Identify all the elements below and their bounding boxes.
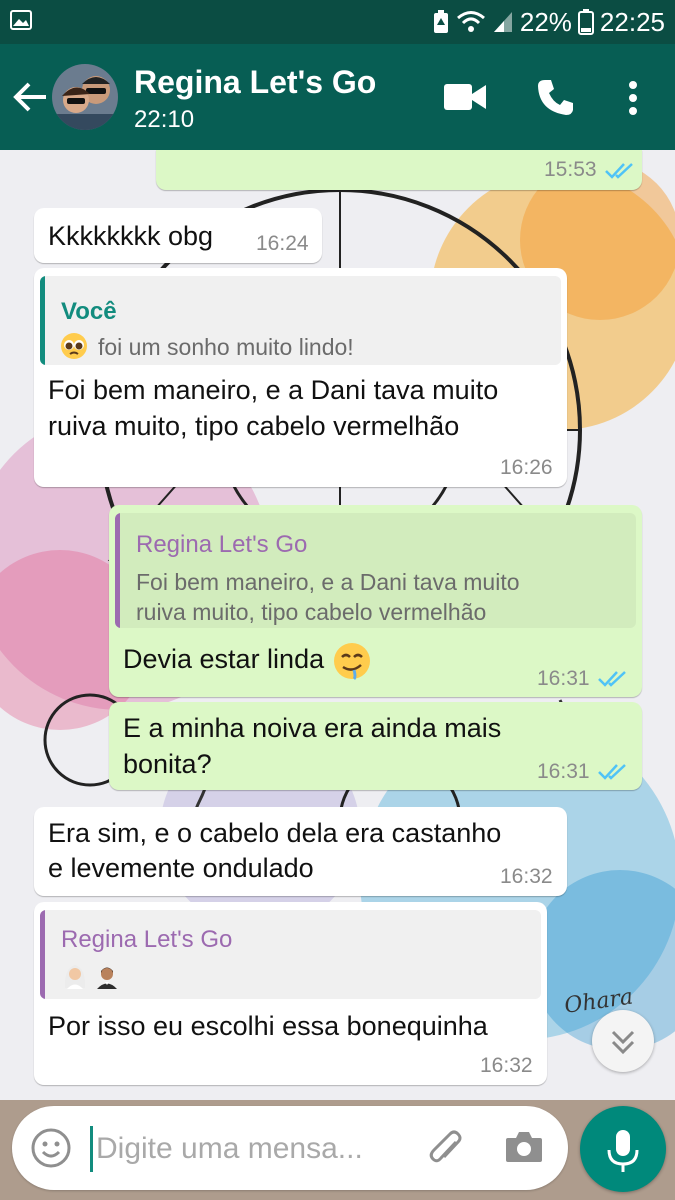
message-text: Devia estar linda xyxy=(123,641,372,681)
quoted-text-line: Foi bem maneiro, e a Dani tava muito xyxy=(136,569,520,595)
message-text-line: E a minha noiva era ainda mais xyxy=(123,713,502,743)
quoted-message[interactable]: Regina Let's Go Foi bem maneiro, e a Dan… xyxy=(115,513,636,628)
quoted-text-line: ruiva muito, tipo cabelo vermelhão xyxy=(136,599,487,625)
last-seen: 22:10 xyxy=(134,106,195,133)
quoted-author: Você xyxy=(61,298,117,325)
quoted-author: Regina Let's Go xyxy=(136,531,308,558)
wifi-icon xyxy=(456,11,485,32)
text-cursor xyxy=(90,1126,93,1172)
battery-percent: 22% xyxy=(519,6,572,37)
message-bubble-outgoing[interactable]: 15:53 xyxy=(156,150,642,190)
quoted-text: foi um sonho muito lindo! xyxy=(98,334,354,360)
message-text-line: Era sim, e o cabelo dela era castanho xyxy=(48,818,502,848)
message-bubble-incoming[interactable]: Kkkkkkkk obg 16:24 xyxy=(34,208,322,263)
scroll-down-button[interactable] xyxy=(592,1010,654,1072)
status-clock: 22:25 xyxy=(599,6,665,37)
quoted-message[interactable]: Regina Let's Go xyxy=(40,910,541,999)
chat-header: Regina Let's Go 22:10 xyxy=(0,44,675,150)
emoji-icon[interactable] xyxy=(30,1127,72,1169)
double-check-icon xyxy=(598,671,626,687)
quoted-author: Regina Let's Go xyxy=(61,926,233,953)
message-bubble-incoming[interactable]: Regina Let's Go Por isso eu escolhi essa… xyxy=(34,902,547,1085)
message-text-line: Foi bem maneiro, e a Dani tava muito xyxy=(48,375,499,405)
message-bubble-outgoing[interactable]: Regina Let's Go Foi bem maneiro, e a Dan… xyxy=(109,505,642,697)
voice-record-button[interactable] xyxy=(580,1106,666,1192)
pleading-face-emoji xyxy=(61,333,87,359)
message-text-content: Devia estar linda xyxy=(123,644,325,675)
mic-icon xyxy=(607,1130,639,1172)
camera-icon[interactable] xyxy=(504,1128,544,1166)
message-bubble-outgoing[interactable]: E a minha noiva era ainda mais bonita? 1… xyxy=(109,702,642,790)
message-input[interactable]: Digite uma mensa... xyxy=(96,1132,363,1166)
quoted-message[interactable]: Você foi um sonho muito lindo! xyxy=(40,276,561,365)
message-text-line: e levemente ondulado xyxy=(48,853,314,883)
message-bubble-incoming[interactable]: Você foi um sonho muito lindo! Foi bem m… xyxy=(34,268,567,487)
back-arrow-icon[interactable] xyxy=(12,80,48,114)
double-check-icon xyxy=(598,764,626,780)
message-text: Por isso eu escolhi essa bonequinha xyxy=(48,1011,488,1041)
bride-with-veil-emoji xyxy=(64,965,86,989)
message-time: 16:31 xyxy=(537,667,590,690)
phone-icon[interactable] xyxy=(536,77,576,117)
status-bar: 22% 22:25 xyxy=(0,0,675,44)
drooling-face-emoji xyxy=(333,643,370,681)
message-text-line: ruiva muito, tipo cabelo vermelhão xyxy=(48,411,460,441)
battery-icon xyxy=(577,9,594,35)
message-time: 15:53 xyxy=(544,158,597,181)
man-in-tuxedo-emoji xyxy=(97,967,117,989)
message-text: Kkkkkkkk obg xyxy=(48,221,214,251)
contact-name[interactable]: Regina Let's Go xyxy=(134,64,376,101)
video-call-icon[interactable] xyxy=(444,82,486,112)
gallery-icon xyxy=(10,10,32,30)
message-time: 16:32 xyxy=(480,1054,533,1077)
attach-icon[interactable] xyxy=(426,1128,466,1170)
message-text-line: bonita? xyxy=(123,749,212,779)
message-time: 16:31 xyxy=(537,760,590,783)
message-bubble-incoming[interactable]: Era sim, e o cabelo dela era castanho e … xyxy=(34,807,567,896)
signal-icon xyxy=(493,12,512,32)
contact-avatar[interactable] xyxy=(52,64,118,130)
message-compose-bar: Digite uma mensa... xyxy=(12,1106,568,1190)
more-vert-icon[interactable] xyxy=(626,80,640,116)
message-time: 16:32 xyxy=(500,865,553,888)
double-check-icon xyxy=(605,163,633,179)
scroll-down-icon xyxy=(611,1030,635,1055)
message-time: 16:26 xyxy=(500,456,553,479)
battery-saver-icon xyxy=(433,10,448,33)
message-time: 16:24 xyxy=(256,232,309,255)
